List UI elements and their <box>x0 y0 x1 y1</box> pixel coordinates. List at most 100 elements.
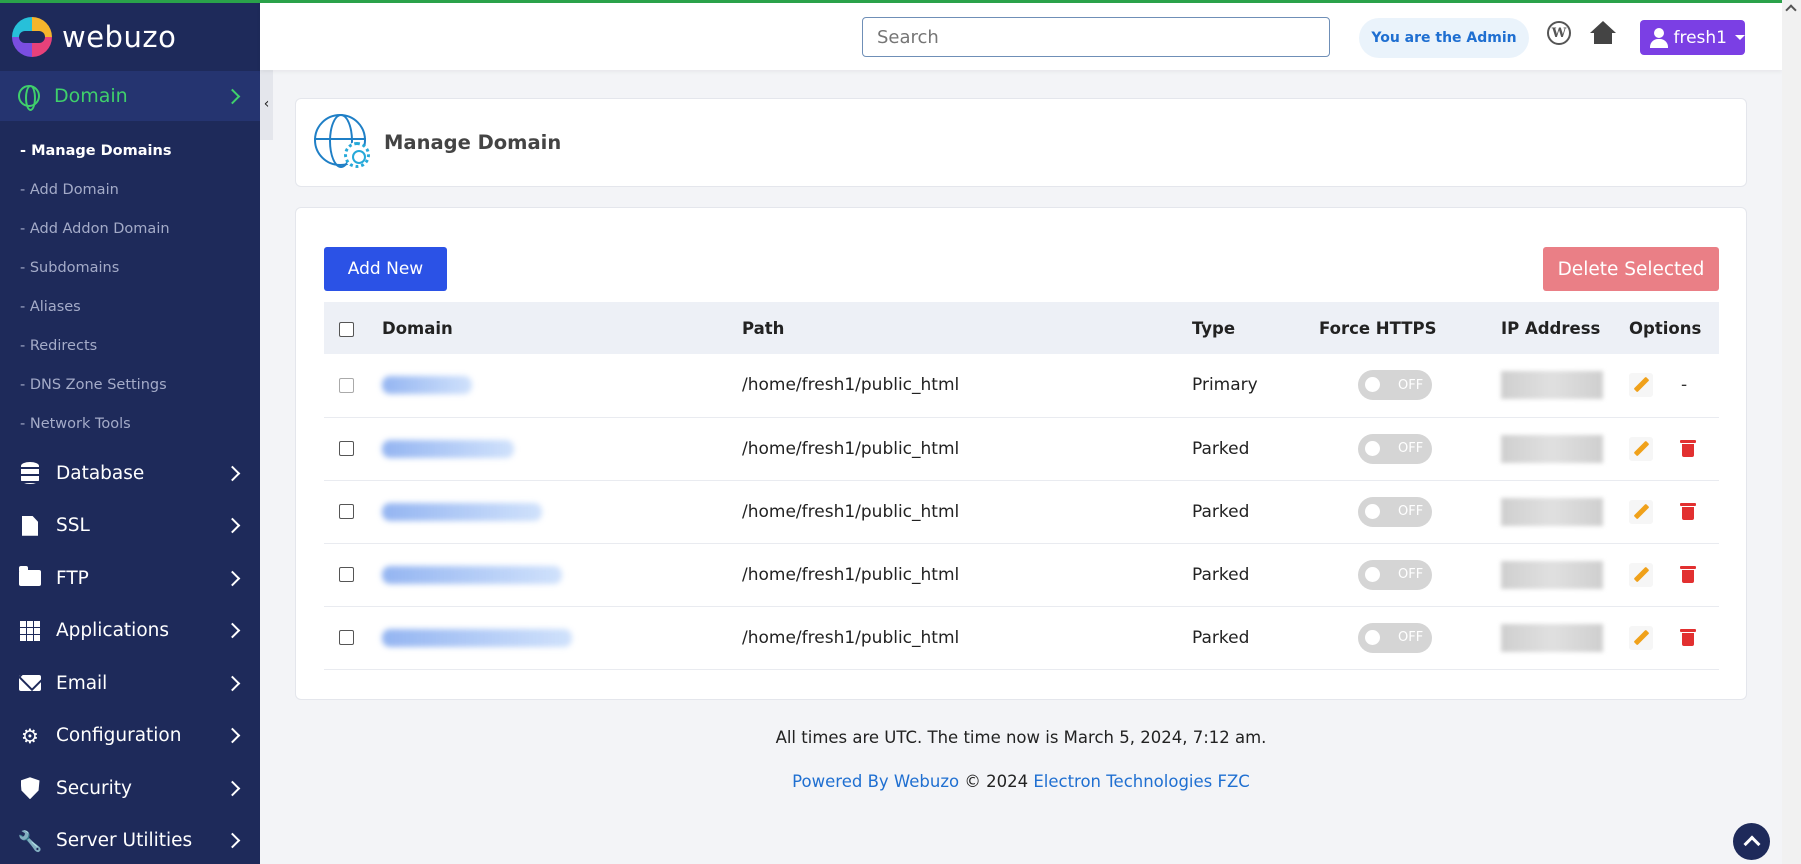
path-cell: /home/fresh1/public_html <box>742 438 960 459</box>
trash-icon[interactable] <box>1680 503 1696 520</box>
type-cell: Parked <box>1192 438 1250 459</box>
edit-pencil-icon[interactable] <box>1629 499 1653 524</box>
vertical-scrollbar[interactable] <box>1782 0 1801 864</box>
type-cell: Primary <box>1192 375 1258 396</box>
globe-icon <box>18 85 40 111</box>
trash-icon[interactable] <box>1680 440 1696 457</box>
chevron-right-icon <box>224 88 241 104</box>
table-header-row: Domain Path Type Force HTTPS IP Address … <box>324 302 1719 354</box>
admin-badge[interactable]: You are the Admin <box>1359 18 1529 58</box>
force-https-toggle[interactable]: OFF <box>1358 370 1432 401</box>
submenu-subdomains[interactable]: - Subdomains <box>0 248 260 287</box>
sidebar-item-label: Database <box>56 462 145 484</box>
sidebar-item-security[interactable]: Security <box>0 762 260 815</box>
user-menu-button[interactable]: fresh1 <box>1640 20 1745 55</box>
chevron-right-icon <box>224 832 241 849</box>
sidebar-collapse-toggle[interactable]: ‹ <box>260 68 273 140</box>
footer-powered-by: Powered By Webuzo © 2024 Electron Techno… <box>260 772 1782 791</box>
select-all-checkbox[interactable] <box>339 321 354 337</box>
table-row: /home/fresh1/public_html Parked OFF <box>324 480 1719 543</box>
table-row: /home/fresh1/public_html Parked OFF <box>324 417 1719 480</box>
column-header-domain[interactable]: Domain <box>382 302 742 354</box>
sidebar-item-ssl[interactable]: SSL <box>0 500 260 553</box>
back-to-top-button[interactable] <box>1733 823 1770 860</box>
force-https-toggle[interactable]: OFF <box>1358 559 1432 590</box>
ip-address-redacted <box>1501 623 1603 652</box>
sidebar-item-applications[interactable]: Applications <box>0 605 260 658</box>
wordpress-icon[interactable]: W <box>1547 21 1571 45</box>
row-checkbox[interactable] <box>339 441 354 456</box>
force-https-toggle[interactable]: OFF <box>1358 622 1432 653</box>
domain-link-redacted[interactable] <box>382 565 562 584</box>
domain-link-redacted[interactable] <box>382 376 472 395</box>
submenu-add-addon-domain[interactable]: - Add Addon Domain <box>0 209 260 248</box>
ip-address-redacted <box>1501 497 1603 526</box>
sidebar-item-label: SSL <box>56 515 90 537</box>
submenu-manage-domains[interactable]: - Manage Domains <box>0 131 260 170</box>
table-row: /home/fresh1/public_html Parked OFF <box>324 606 1719 669</box>
trash-icon[interactable] <box>1680 566 1696 583</box>
scroll-up-icon[interactable] <box>1785 4 1797 16</box>
page-title: Manage Domain <box>384 131 562 154</box>
database-icon <box>18 461 42 485</box>
ip-address-redacted <box>1501 560 1603 589</box>
row-checkbox[interactable] <box>339 504 354 519</box>
domain-link-redacted[interactable] <box>382 439 514 458</box>
row-checkbox[interactable] <box>339 377 354 393</box>
shield-icon <box>18 776 42 800</box>
row-checkbox[interactable] <box>339 630 354 645</box>
company-link[interactable]: Electron Technologies FZC <box>1033 772 1249 791</box>
brand-logo[interactable]: webuzo <box>0 3 260 71</box>
table-row: /home/fresh1/public_html Primary OFF - <box>324 354 1719 417</box>
top-bar: You are the Admin W fresh1 <box>260 0 1782 70</box>
trash-icon[interactable] <box>1680 629 1696 646</box>
sidebar-item-database[interactable]: Database <box>0 447 260 500</box>
sidebar-item-label: Server Utilities <box>56 830 193 852</box>
add-new-button[interactable]: Add New <box>324 247 447 291</box>
chevron-right-icon <box>224 675 241 692</box>
search-input[interactable] <box>862 17 1330 57</box>
submenu-dns-zone-settings[interactable]: - DNS Zone Settings <box>0 365 260 404</box>
sidebar-item-email[interactable]: Email <box>0 657 260 710</box>
chevron-right-icon <box>224 727 241 744</box>
type-cell: Parked <box>1192 564 1250 585</box>
path-cell: /home/fresh1/public_html <box>742 375 960 396</box>
caret-down-icon <box>1735 35 1745 40</box>
force-https-toggle[interactable]: OFF <box>1358 433 1432 464</box>
type-cell: Parked <box>1192 627 1250 648</box>
column-header-type[interactable]: Type <box>1192 302 1319 354</box>
force-https-toggle[interactable]: OFF <box>1358 496 1432 527</box>
ip-address-redacted <box>1501 371 1603 400</box>
submenu-add-domain[interactable]: - Add Domain <box>0 170 260 209</box>
sidebar-item-server-utilities[interactable]: 🔧 Server Utilities <box>0 815 260 864</box>
sidebar-item-label: Configuration <box>56 725 182 747</box>
edit-pencil-icon[interactable] <box>1629 373 1653 398</box>
domain-link-redacted[interactable] <box>382 628 572 647</box>
column-header-path[interactable]: Path <box>742 302 1192 354</box>
column-header-ip-address[interactable]: IP Address <box>1501 302 1629 354</box>
sidebar-item-domain[interactable]: Domain <box>0 71 260 121</box>
submenu-aliases[interactable]: - Aliases <box>0 287 260 326</box>
chevron-right-icon <box>224 622 241 639</box>
brand-name: webuzo <box>62 20 177 54</box>
submenu-network-tools[interactable]: - Network Tools <box>0 404 260 443</box>
sidebar-item-label: Security <box>56 777 132 799</box>
edit-pencil-icon[interactable] <box>1629 625 1653 650</box>
gears-icon: ⚙ <box>21 723 39 748</box>
domain-settings-icon <box>314 113 372 172</box>
domain-link-redacted[interactable] <box>382 502 542 521</box>
submenu-redirects[interactable]: - Redirects <box>0 326 260 365</box>
column-header-force-https[interactable]: Force HTTPS <box>1319 302 1501 354</box>
edit-pencil-icon[interactable] <box>1629 436 1653 461</box>
folder-icon <box>18 566 42 590</box>
sidebar-item-label: Domain <box>54 85 128 107</box>
sidebar-item-ftp[interactable]: FTP <box>0 552 260 605</box>
delete-selected-button[interactable]: Delete Selected <box>1543 247 1719 291</box>
path-cell: /home/fresh1/public_html <box>742 564 960 585</box>
powered-by-link[interactable]: Powered By Webuzo <box>792 772 959 791</box>
edit-pencil-icon[interactable] <box>1629 562 1653 587</box>
sidebar-item-configuration[interactable]: ⚙ Configuration <box>0 710 260 763</box>
table-row: /home/fresh1/public_html Parked OFF <box>324 543 1719 606</box>
row-checkbox[interactable] <box>339 567 354 582</box>
home-icon[interactable] <box>1589 21 1617 47</box>
